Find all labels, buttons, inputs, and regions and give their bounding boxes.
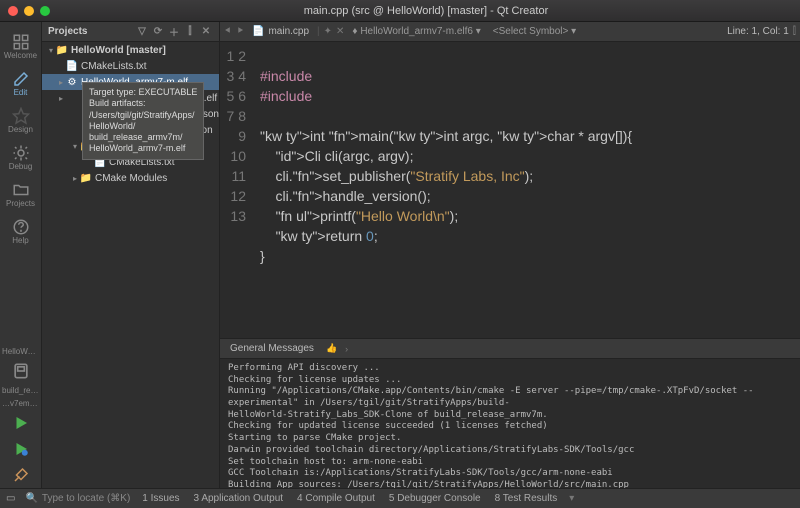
nav-back-icon[interactable]: ⯇ [224,26,232,37]
close-window-icon[interactable] [8,6,18,16]
build-button[interactable] [8,464,34,486]
split-editor-icon[interactable]: ⫿ [793,26,796,37]
target-kit-selector[interactable] [8,360,34,382]
file-icon: 📄 [66,60,78,72]
tree-project-root[interactable]: ▾📁HelloWorld [master] [42,42,219,58]
close-panel-icon[interactable]: ✕ [199,25,213,39]
cursor-position: Line: 1, Col: 1 [727,26,789,37]
binary-icon: ⚙ [66,76,78,88]
target-tooltip: Target type: EXECUTABLE Build artifacts:… [82,82,204,160]
debug-run-button[interactable] [8,438,34,460]
cpp-file-icon: 📄 [252,26,264,37]
target-variant-label: …v7em_fpu [0,397,41,410]
messages-body[interactable]: Performing API discovery ...Checking for… [220,359,800,488]
tree-item[interactable]: 📄CMakeLists.txt [42,58,219,74]
sync-icon[interactable]: ⟳ [151,25,165,39]
main-area: ⯇ ⯈ 📄 main.cpp | ✦ ✕ ♦ HelloWorld_armv7-… [220,22,800,488]
pane-debugger-console[interactable]: 5 Debugger Console [387,493,483,504]
code-content[interactable]: #include #include "kw ty">int "fn">main(… [256,42,800,338]
project-tree: ▾📁HelloWorld [master] 📄CMakeLists.txt ▸⚙… [42,42,219,488]
chevron-icon[interactable]: ▾ [569,493,574,504]
status-bar: ▭ 🔍 Type to locate (⌘K) 1 Issues 3 Appli… [0,488,800,508]
zoom-window-icon[interactable] [40,6,50,16]
pane-compile-output[interactable]: 4 Compile Output [295,493,377,504]
search-icon: 🔍 [25,493,37,504]
editor-tabbar: ⯇ ⯈ 📄 main.cpp | ✦ ✕ ♦ HelloWorld_armv7-… [220,22,800,42]
folder-icon: 📁 [56,44,68,56]
window-title: main.cpp (src @ HelloWorld) [master] - Q… [60,5,792,17]
mode-design[interactable]: Design [0,102,42,139]
mode-edit[interactable]: Edit [0,65,42,102]
thumbs-up-icon[interactable]: 👍 [326,343,337,354]
code-editor[interactable]: 1 2 3 4 5 6 7 8 9 10 11 12 13 #include #… [220,42,800,338]
folder-icon: 📁 [80,172,92,184]
bookmark-icon[interactable]: ✦ [324,26,332,37]
messages-panel: General Messages 👍 › Performing API disc… [220,338,800,488]
projects-panel: Projects ▽ ⟳ ＋ ⫿ ✕ ▾📁HelloWorld [master]… [42,22,220,488]
line-gutter: 1 2 3 4 5 6 7 8 9 10 11 12 13 [220,42,256,338]
filter-icon[interactable]: ▽ [135,25,149,39]
mode-debug[interactable]: Debug [0,139,42,176]
minimize-window-icon[interactable] [24,6,34,16]
pane-issues[interactable]: 1 Issues [140,493,181,504]
mode-help[interactable]: Help [0,213,42,250]
run-button[interactable] [8,412,34,434]
tree-folder-cmake-modules[interactable]: ▸📁CMake Modules [42,170,219,186]
target-kit-label: build_rele… [0,384,41,397]
editor-tab[interactable]: 📄 main.cpp [248,26,313,37]
path-combo[interactable]: ♦ HelloWorld_armv7-m.elf6 ▾ [348,26,484,37]
general-messages-tab[interactable]: General Messages [226,343,318,354]
window-titlebar: main.cpp (src @ HelloWorld) [master] - Q… [0,0,800,22]
chevron-right-icon[interactable]: › [345,344,348,354]
pane-app-output[interactable]: 3 Application Output [192,493,286,504]
split-icon[interactable]: ⫿ [183,25,197,39]
traffic-lights [8,6,50,16]
close-tab-icon[interactable]: ✕ [336,26,344,37]
pane-test-results[interactable]: 8 Test Results [493,493,560,504]
nav-fwd-icon[interactable]: ⯈ [236,26,244,37]
panel-toggle-icon[interactable]: ▭ [6,493,15,504]
mode-rail: Welcome Edit Design Debug Projects Help … [0,22,42,488]
messages-tabbar: General Messages 👍 › [220,339,800,359]
add-icon[interactable]: ＋ [167,25,181,39]
mode-welcome[interactable]: Welcome [0,28,42,65]
mode-projects[interactable]: Projects [0,176,42,213]
symbol-combo[interactable]: <Select Symbol> ▾ [489,26,580,37]
locator[interactable]: 🔍 Type to locate (⌘K) [25,493,130,504]
projects-panel-header: Projects ▽ ⟳ ＋ ⫿ ✕ [42,22,219,42]
target-project-label[interactable]: HelloWorld [0,345,41,358]
